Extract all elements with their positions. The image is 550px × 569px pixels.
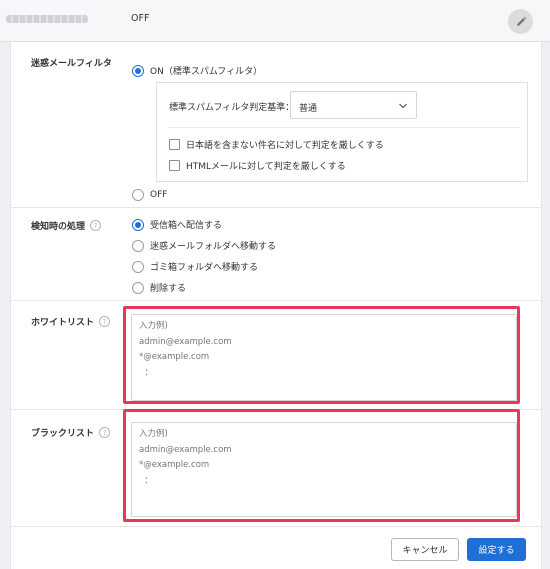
radio-button[interactable] — [132, 260, 144, 273]
radio-detection-spam-folder[interactable]: 迷惑メールフォルダへ移動する — [132, 239, 276, 252]
criteria-label: 標準スパムフィルタ判定基準： — [169, 103, 295, 113]
whitelist-textarea[interactable] — [131, 314, 517, 401]
cancel-button[interactable]: キャンセル — [391, 538, 459, 561]
spam-filter-label: 迷惑メールフィルタ — [31, 59, 112, 69]
save-button[interactable]: 設定する — [467, 538, 526, 561]
check-html-mail[interactable]: HTMLメールに対して判定を厳しくする — [169, 159, 346, 172]
radio-button[interactable] — [132, 281, 144, 294]
radio-detection-trash[interactable]: ゴミ箱フォルダへ移動する — [132, 260, 258, 273]
chevron-down-icon — [399, 103, 407, 109]
divider — [169, 127, 519, 128]
detection-label: 検知時の処理 ? — [31, 219, 102, 232]
radio-button[interactable] — [132, 189, 144, 201]
whitelist-label: ホワイトリスト ? — [31, 315, 111, 328]
radio-button[interactable] — [132, 64, 144, 77]
radio-button[interactable] — [132, 218, 144, 231]
radio-detection-inbox[interactable]: 受信箱へ配信する — [132, 218, 222, 231]
help-icon[interactable]: ? — [99, 316, 111, 327]
check-japanese-subject[interactable]: 日本語を含まない件名に対して判定を厳しくする — [169, 138, 384, 151]
spam-filter-options: 標準スパムフィルタ判定基準： 普通 日本語を含まない件名に対して判定を厳しくする… — [156, 82, 528, 182]
help-icon[interactable]: ? — [99, 427, 111, 438]
settings-card: 迷惑メールフィルタ ON（標準スパムフィルタ） 標準スパムフィルタ判定基準： 普… — [10, 42, 542, 569]
radio-detection-delete[interactable]: 削除する — [132, 281, 186, 294]
blacklist-textarea[interactable] — [131, 422, 517, 517]
divider — [11, 526, 541, 527]
checkbox[interactable] — [169, 160, 180, 171]
checkbox[interactable] — [169, 139, 180, 150]
radio-spam-on[interactable]: ON（標準スパムフィルタ） — [132, 64, 262, 77]
blacklist-label: ブラックリスト ? — [31, 426, 111, 439]
top-bar: OFF — [0, 0, 550, 42]
help-icon[interactable]: ? — [90, 220, 102, 231]
radio-spam-off[interactable]: OFF — [132, 189, 167, 201]
blurred-email — [6, 15, 88, 23]
criteria-select[interactable]: 普通 — [290, 91, 417, 119]
divider — [11, 300, 541, 301]
edit-button[interactable] — [508, 9, 533, 34]
pencil-icon — [516, 16, 526, 26]
divider — [11, 207, 541, 208]
radio-button[interactable] — [132, 239, 144, 252]
setting-value: OFF — [131, 13, 150, 24]
criteria-value: 普通 — [299, 104, 318, 114]
